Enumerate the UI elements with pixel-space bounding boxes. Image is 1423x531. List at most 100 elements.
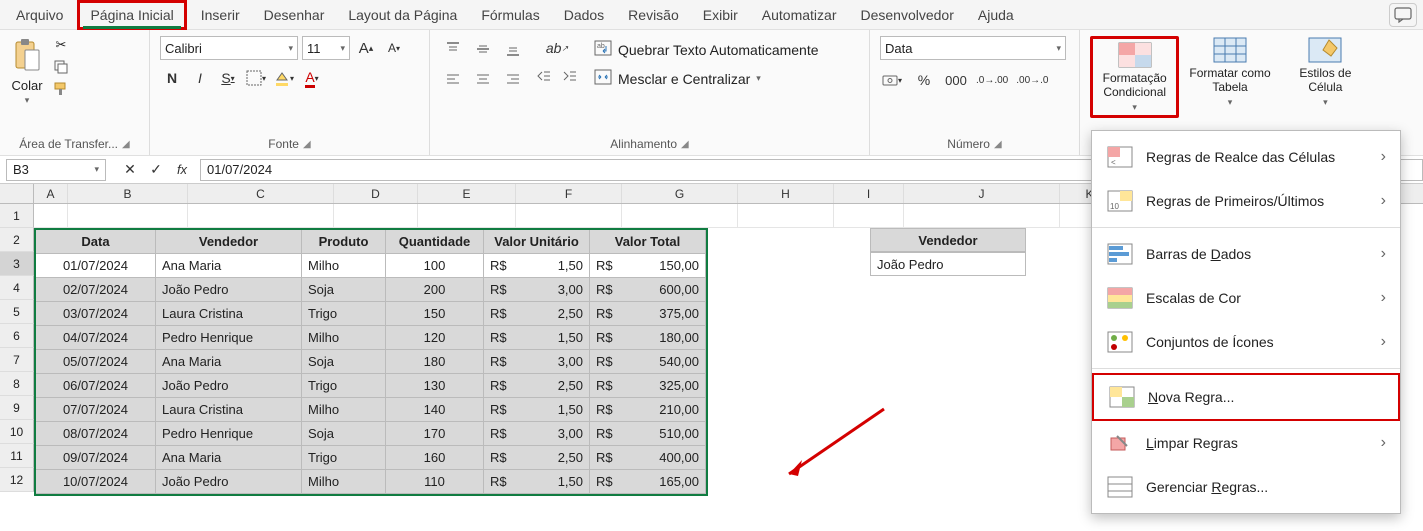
decrease-font-icon[interactable]: A▾ (382, 36, 406, 60)
comma-icon[interactable]: 000 (944, 68, 968, 92)
italic-button[interactable]: I (188, 66, 212, 90)
table-cell[interactable]: 150 (386, 302, 484, 326)
align-top-icon[interactable] (440, 36, 466, 62)
table-cell[interactable]: R$150,00 (590, 254, 706, 278)
table-cell[interactable]: 170 (386, 422, 484, 446)
copy-icon[interactable] (52, 58, 70, 76)
table-cell[interactable]: 140 (386, 398, 484, 422)
table-cell[interactable]: Laura Cristina (156, 302, 302, 326)
fx-icon[interactable]: fx (170, 158, 194, 182)
table-cell[interactable]: R$1,50 (484, 470, 590, 494)
dialog-launcher-icon[interactable]: ◢ (303, 139, 311, 150)
cancel-formula-icon[interactable]: ✕ (118, 158, 142, 182)
table-cell[interactable]: R$375,00 (590, 302, 706, 326)
table-cell[interactable]: R$2,50 (484, 302, 590, 326)
currency-icon[interactable]: ▾ (880, 68, 904, 92)
paste-button[interactable]: Colar ▾ (10, 36, 44, 106)
table-cell[interactable]: R$2,50 (484, 374, 590, 398)
row-header-12[interactable]: 12 (0, 468, 34, 492)
table-header[interactable]: Data (36, 230, 156, 254)
table-cell[interactable]: João Pedro (156, 374, 302, 398)
table-cell[interactable]: R$165,00 (590, 470, 706, 494)
table-header[interactable]: Vendedor (156, 230, 302, 254)
table-cell[interactable]: R$180,00 (590, 326, 706, 350)
table-cell[interactable]: Soja (302, 422, 386, 446)
table-cell[interactable]: Milho (302, 398, 386, 422)
menu-fórmulas[interactable]: Fórmulas (471, 3, 549, 27)
bold-button[interactable]: N (160, 66, 184, 90)
table-cell[interactable]: 05/07/2024 (36, 350, 156, 374)
font-name-combo[interactable]: Calibri▾ (160, 36, 298, 60)
menu-desenhar[interactable]: Desenhar (254, 3, 335, 27)
table-cell[interactable]: R$1,50 (484, 254, 590, 278)
increase-decimal-icon[interactable]: .0→.00 (976, 68, 1008, 92)
col-header-G[interactable]: G (622, 184, 738, 203)
table-header[interactable]: Quantidade (386, 230, 484, 254)
orientation-icon[interactable]: ab↗ (532, 36, 582, 60)
row-header-10[interactable]: 10 (0, 420, 34, 444)
table-cell[interactable]: 120 (386, 326, 484, 350)
increase-font-icon[interactable]: A▴ (354, 36, 378, 60)
cf-icon-sets[interactable]: Conjuntos de Ícones › (1092, 320, 1400, 364)
filter-value[interactable]: João Pedro (870, 252, 1026, 276)
row-header-9[interactable]: 9 (0, 396, 34, 420)
cf-manage-rules[interactable]: Gerenciar Regras... (1092, 465, 1400, 509)
row-header-1[interactable]: 1 (0, 204, 34, 228)
comments-icon[interactable] (1389, 3, 1417, 27)
table-cell[interactable]: 04/07/2024 (36, 326, 156, 350)
menu-inserir[interactable]: Inserir (191, 3, 250, 27)
font-color-button[interactable]: A▾ (300, 66, 324, 90)
menu-automatizar[interactable]: Automatizar (752, 3, 847, 27)
dialog-launcher-icon[interactable]: ◢ (122, 139, 130, 150)
cf-top-bottom-rules[interactable]: 10 Regras de Primeiros/Últimos › (1092, 179, 1400, 223)
increase-indent-icon[interactable] (558, 64, 582, 88)
table-cell[interactable]: 07/07/2024 (36, 398, 156, 422)
table-cell[interactable]: 160 (386, 446, 484, 470)
col-header-I[interactable]: I (834, 184, 904, 203)
dialog-launcher-icon[interactable]: ◢ (681, 139, 689, 150)
row-header-2[interactable]: 2 (0, 228, 34, 252)
table-cell[interactable]: R$510,00 (590, 422, 706, 446)
col-header-D[interactable]: D (334, 184, 418, 203)
table-cell[interactable]: Pedro Henrique (156, 326, 302, 350)
table-cell[interactable]: 180 (386, 350, 484, 374)
table-cell[interactable]: Pedro Henrique (156, 422, 302, 446)
align-right-icon[interactable] (500, 66, 526, 92)
table-cell[interactable]: 200 (386, 278, 484, 302)
table-cell[interactable]: Milho (302, 326, 386, 350)
menu-ajuda[interactable]: Ajuda (968, 3, 1024, 27)
table-cell[interactable]: 110 (386, 470, 484, 494)
select-all-corner[interactable] (0, 184, 34, 203)
row-header-3[interactable]: 3 (0, 252, 34, 276)
underline-button[interactable]: S ▾ (216, 66, 240, 90)
name-box[interactable]: B3▾ (6, 159, 106, 181)
cut-icon[interactable]: ✂ (52, 36, 70, 54)
table-cell[interactable]: Milho (302, 254, 386, 278)
menu-arquivo[interactable]: Arquivo (6, 3, 73, 27)
row-header-11[interactable]: 11 (0, 444, 34, 468)
table-cell[interactable]: R$325,00 (590, 374, 706, 398)
menu-desenvolvedor[interactable]: Desenvolvedor (850, 3, 963, 27)
confirm-formula-icon[interactable]: ✓ (144, 158, 168, 182)
table-header[interactable]: Valor Unitário (484, 230, 590, 254)
decrease-decimal-icon[interactable]: .00→.0 (1016, 68, 1048, 92)
table-cell[interactable]: R$1,50 (484, 398, 590, 422)
menu-layout-da-página[interactable]: Layout da Página (338, 3, 467, 27)
filter-table[interactable]: Vendedor João Pedro (870, 228, 1026, 276)
table-cell[interactable]: R$3,00 (484, 278, 590, 302)
table-cell[interactable]: 06/07/2024 (36, 374, 156, 398)
row-header-5[interactable]: 5 (0, 300, 34, 324)
table-cell[interactable]: R$3,00 (484, 422, 590, 446)
table-cell[interactable]: 09/07/2024 (36, 446, 156, 470)
table-cell[interactable]: Ana Maria (156, 254, 302, 278)
table-cell[interactable]: R$540,00 (590, 350, 706, 374)
col-header-F[interactable]: F (516, 184, 622, 203)
row-header-4[interactable]: 4 (0, 276, 34, 300)
decrease-indent-icon[interactable] (532, 64, 556, 88)
table-cell[interactable]: João Pedro (156, 278, 302, 302)
table-cell[interactable]: R$210,00 (590, 398, 706, 422)
table-cell[interactable]: Trigo (302, 374, 386, 398)
col-header-C[interactable]: C (188, 184, 334, 203)
menu-página-inicial[interactable]: Página Inicial (77, 0, 186, 30)
table-cell[interactable]: R$1,50 (484, 326, 590, 350)
